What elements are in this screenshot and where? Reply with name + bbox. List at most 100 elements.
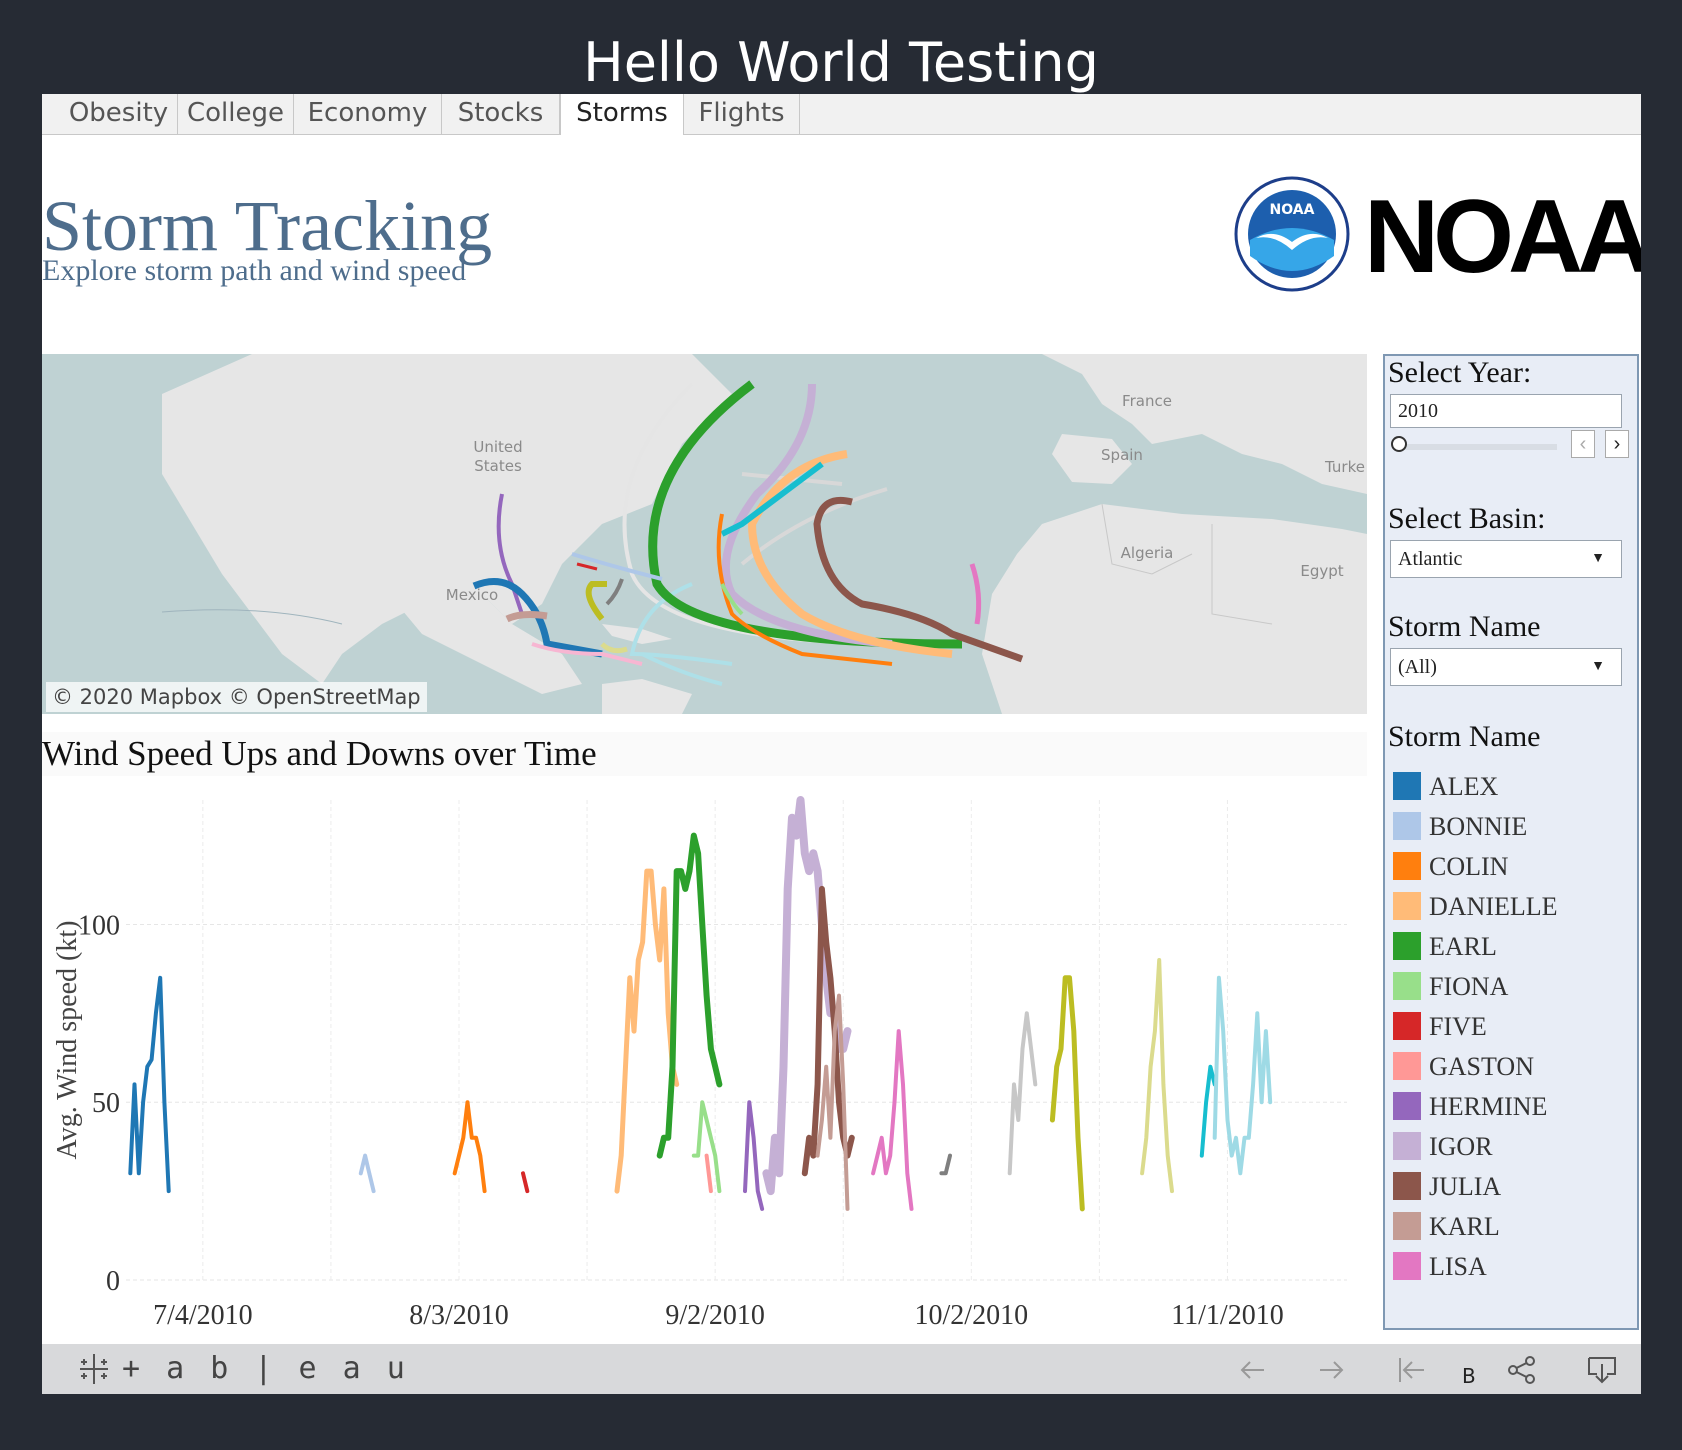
series-line-unlabeled[interactable] — [939, 1153, 952, 1176]
legend-label: FIVE — [1429, 1012, 1487, 1041]
window-title: Hello World Testing — [583, 31, 1099, 94]
basin-filter-label: Select Basin: — [1388, 502, 1546, 535]
tab-flights[interactable]: Flights — [684, 94, 800, 134]
x-tick-label: 8/3/2010 — [409, 1300, 509, 1331]
redo-icon[interactable] — [1316, 1356, 1348, 1384]
legend-swatch — [1393, 1052, 1421, 1080]
legend-item[interactable]: HERMINE — [1393, 1088, 1633, 1126]
undo-icon[interactable] — [1236, 1356, 1268, 1384]
year-slider-thumb[interactable] — [1391, 436, 1407, 452]
tab-stocks[interactable]: Stocks — [442, 94, 560, 134]
series-line-bonnie[interactable] — [358, 1153, 376, 1194]
y-tick-label: 100 — [78, 910, 120, 941]
series-line-hermine[interactable] — [743, 1100, 765, 1211]
legend-swatch — [1393, 852, 1421, 880]
tab-college[interactable]: College — [178, 94, 294, 134]
storm-dropdown[interactable]: (All) ▼ — [1390, 648, 1622, 686]
storm-map[interactable]: United States Mexico France Spain Turke … — [42, 354, 1367, 714]
x-tick-label: 7/4/2010 — [153, 1300, 253, 1331]
legend-swatch — [1393, 772, 1421, 800]
revert-icon[interactable] — [1396, 1356, 1428, 1384]
series-line-danielle[interactable] — [614, 868, 680, 1194]
legend-item[interactable]: IGOR — [1393, 1128, 1633, 1166]
x-tick-label: 10/2/2010 — [915, 1300, 1029, 1331]
year-slider-track[interactable] — [1401, 444, 1557, 450]
legend-swatch — [1393, 1132, 1421, 1160]
series-line-gaston[interactable] — [704, 1153, 713, 1194]
series-line-unlabeled[interactable] — [1212, 975, 1273, 1176]
series-line-unlabeled[interactable] — [1140, 958, 1174, 1194]
legend-swatch — [1393, 1012, 1421, 1040]
legend-item[interactable]: LISA — [1393, 1248, 1633, 1286]
series-line-unlabeled[interactable] — [1049, 975, 1085, 1212]
year-prev-button[interactable]: ‹ — [1571, 430, 1595, 458]
tableau-viz: Obesity College Economy Stocks Storms Fl… — [42, 94, 1641, 1394]
x-tick-label: 9/2/2010 — [665, 1300, 765, 1331]
tab-bar: Obesity College Economy Stocks Storms Fl… — [42, 94, 1641, 135]
legend-item[interactable]: EARL — [1393, 928, 1633, 966]
storm-filter-label: Storm Name — [1388, 610, 1541, 643]
legend-label: GASTON — [1429, 1052, 1534, 1081]
legend-item[interactable]: JULIA — [1393, 1168, 1633, 1206]
legend-label: KARL — [1429, 1212, 1500, 1241]
filter-panel: Select Year: 2010 ‹ › Select Basin: Atla… — [1383, 354, 1639, 1330]
chevron-down-icon: ▼ — [1591, 659, 1605, 674]
legend-item[interactable]: ALEX — [1393, 768, 1633, 806]
legend-swatch — [1393, 812, 1421, 840]
year-input[interactable]: 2010 — [1390, 394, 1622, 428]
series-line-igor[interactable] — [762, 796, 852, 1196]
x-tick-label: 11/1/2010 — [1171, 1300, 1284, 1331]
noaa-wordmark: NOAA — [1364, 179, 1641, 292]
map-label-spain: Spain — [1101, 446, 1143, 464]
legend-label: DANIELLE — [1429, 892, 1558, 921]
share-icon[interactable] — [1506, 1356, 1538, 1384]
noaa-logo: NOAA NOAA — [1234, 176, 1641, 292]
legend-swatch — [1393, 932, 1421, 960]
legend-item[interactable]: FIONA — [1393, 968, 1633, 1006]
y-tick-label: 50 — [92, 1088, 120, 1119]
noaa-badge-text: NOAA — [1270, 202, 1315, 218]
toolbar-label-b: B — [1462, 1364, 1476, 1388]
legend-label: BONNIE — [1429, 812, 1528, 841]
map-attribution[interactable]: © 2020 Mapbox © OpenStreetMap — [46, 682, 427, 712]
legend-label: COLIN — [1429, 852, 1509, 881]
series-line-alex[interactable] — [128, 975, 171, 1194]
legend-swatch — [1393, 1212, 1421, 1240]
legend-title: Storm Name — [1388, 720, 1541, 753]
y-axis-label: Avg. Wind speed (kt) — [52, 921, 83, 1160]
series-line-lisa[interactable] — [871, 1029, 914, 1211]
legend-item[interactable]: GASTON — [1393, 1048, 1633, 1086]
dashboard-subtitle: Explore storm path and wind speed — [42, 254, 467, 287]
legend-swatch — [1393, 1252, 1421, 1280]
legend-item[interactable]: KARL — [1393, 1208, 1633, 1246]
legend-label: FIONA — [1429, 972, 1509, 1001]
year-next-button[interactable]: › — [1605, 430, 1629, 458]
chevron-down-icon: ▼ — [1591, 551, 1605, 566]
series-line-five[interactable] — [521, 1171, 530, 1194]
tab-storms[interactable]: Storms — [560, 94, 684, 135]
map-label-france: France — [1122, 392, 1172, 410]
basin-dropdown-value: Atlantic — [1398, 548, 1463, 570]
series-line-unlabeled[interactable] — [1007, 1011, 1038, 1176]
year-filter-label: Select Year: — [1388, 356, 1532, 389]
map-label-united-states: United States — [473, 438, 523, 475]
wind-speed-chart[interactable]: 0 50 100 7/4/2010 8/3/2010 9/2/2010 10/2/2010 1… — [42, 780, 1367, 1342]
tableau-logo-icon — [80, 1354, 108, 1384]
basin-dropdown[interactable]: Atlantic ▼ — [1390, 540, 1622, 578]
tab-obesity[interactable]: Obesity — [60, 94, 178, 134]
download-icon[interactable] — [1586, 1356, 1618, 1384]
legend-item[interactable]: BONNIE — [1393, 808, 1633, 846]
legend-item[interactable]: DANIELLE — [1393, 888, 1633, 926]
legend-label: IGOR — [1429, 1132, 1493, 1161]
legend-item[interactable]: COLIN — [1393, 848, 1633, 886]
map-label-mexico: Mexico — [445, 586, 499, 604]
map-label-turkey: Turke — [1325, 458, 1365, 476]
legend-swatch — [1393, 1092, 1421, 1120]
legend-item[interactable]: FIVE — [1393, 1008, 1633, 1046]
legend-label: ALEX — [1429, 772, 1499, 801]
map-label-egypt: Egypt — [1300, 562, 1344, 580]
series-line-unlabeled[interactable] — [1199, 1064, 1217, 1158]
tab-economy[interactable]: Economy — [294, 94, 442, 134]
y-tick-label: 0 — [106, 1266, 120, 1297]
legend-label: LISA — [1429, 1252, 1487, 1281]
